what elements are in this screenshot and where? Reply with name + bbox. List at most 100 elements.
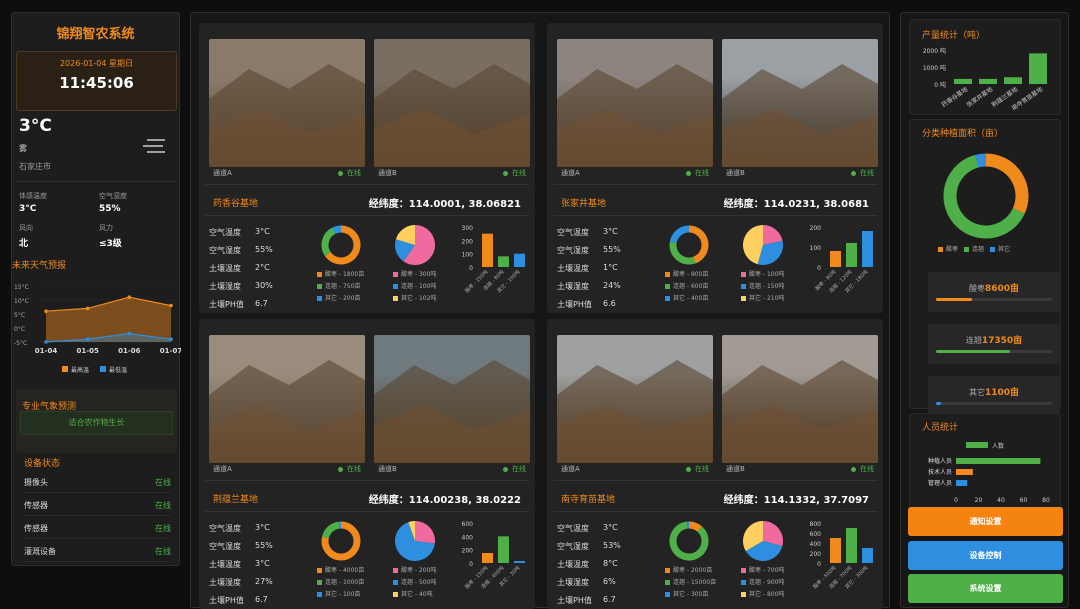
- legend-swatch: [741, 580, 746, 585]
- bar-ytick: 800: [810, 521, 822, 528]
- forecast-xtick: 01-04: [35, 347, 58, 355]
- yield-slice: [415, 521, 435, 544]
- legend-item: 其它 - 300亩: [665, 589, 745, 598]
- channel-name: 通道A: [213, 169, 232, 177]
- camera-feed-a[interactable]: [557, 335, 713, 463]
- status-dot-icon: [338, 171, 343, 176]
- channel-name: 通道B: [726, 465, 745, 473]
- forecast-low-point: [44, 340, 48, 344]
- online-status: 在线: [851, 168, 874, 178]
- device-status: 在线: [155, 546, 171, 557]
- device-row: 灌溉设备在线: [24, 542, 171, 562]
- forecast-low-point: [169, 337, 173, 341]
- sensor-value: 55%: [255, 541, 273, 550]
- sensor-label: 空气温度: [209, 524, 241, 533]
- people-legend-swatch: [966, 442, 988, 448]
- sensor-label: 土壤PH值: [557, 300, 592, 309]
- area-value: 17350亩: [982, 336, 1022, 346]
- people-chart: 人数种植人员技术人员管理人员020406080: [910, 436, 1062, 516]
- camera-feed-a[interactable]: [209, 39, 365, 167]
- bar-ytick: 600: [810, 531, 822, 538]
- camera-feed-b[interactable]: [722, 335, 878, 463]
- people-label: 管理人员: [928, 479, 952, 487]
- mountain-icon: [374, 335, 530, 463]
- online-status: 在线: [686, 464, 709, 474]
- divider: [553, 511, 877, 512]
- sensor-value: 27%: [255, 577, 273, 586]
- humidity-label: 空气湿度: [99, 191, 127, 201]
- device-row: 传感器在线: [24, 496, 171, 516]
- production-bar: [979, 79, 997, 84]
- wind-force-value: ≤3级: [99, 236, 122, 249]
- online-status: 在线: [503, 464, 526, 474]
- sensor-row: 土壤湿度30%: [209, 281, 241, 292]
- people-xtick: 20: [975, 497, 983, 504]
- yield-bar: [498, 536, 509, 563]
- legend-low-swatch: [100, 366, 106, 372]
- pro-weather-box: 专业气象预测 适合农作物生长: [16, 389, 177, 453]
- area-slice: [673, 229, 689, 242]
- sensor-label: 空气湿度: [557, 542, 589, 551]
- production-ytick: 2000 吨: [923, 47, 946, 55]
- device-control-button[interactable]: 设备控制: [908, 541, 1063, 570]
- area-summary-text: 连翘17350亩: [928, 333, 1060, 346]
- humidity-value: 55%: [99, 204, 121, 214]
- sensor-row: 土壤PH值6.6: [557, 299, 592, 310]
- legend-swatch: [665, 592, 670, 597]
- sensor-value: 6%: [603, 577, 616, 586]
- sensor-label: 土壤温度: [209, 264, 241, 273]
- bar-ytick: 0: [817, 561, 821, 568]
- sensor-value: 3°C: [255, 227, 270, 236]
- forecast-high-point: [86, 307, 90, 311]
- channel-name: 通道A: [213, 465, 232, 473]
- area-progress-track: [936, 402, 1052, 405]
- camera-feed-b[interactable]: [374, 39, 530, 167]
- legend-swatch: [741, 284, 746, 289]
- legend-swatch: [741, 296, 746, 301]
- plant-legend-item: 酸枣: [938, 246, 958, 253]
- online-status: 在线: [338, 168, 361, 178]
- forecast-low-point: [128, 332, 132, 336]
- legend-swatch: [317, 272, 322, 277]
- legend-swatch: [393, 272, 398, 277]
- camera-feed-b[interactable]: [722, 39, 878, 167]
- legend-swatch: [317, 580, 322, 585]
- area-slice: [334, 229, 341, 231]
- sensor-row: 空气温度3°C: [209, 227, 241, 238]
- legend-item: 其它 - 200亩: [317, 293, 397, 302]
- divider: [205, 511, 529, 512]
- camera-feed-a[interactable]: [209, 335, 365, 463]
- clock-box: 2026-01-04 星期日 11:45:06: [16, 51, 177, 111]
- system-settings-button[interactable]: 系统设置: [908, 574, 1063, 603]
- area-donut: [319, 519, 363, 563]
- yield-bar: [514, 254, 525, 267]
- wind-force-label: 风力: [99, 223, 113, 233]
- area-slice: [325, 525, 339, 537]
- pro-result-button[interactable]: 适合农作物生长: [20, 411, 173, 435]
- camera-feed-a[interactable]: [557, 39, 713, 167]
- device-name: 传感器: [24, 500, 48, 511]
- production-bar: [954, 79, 972, 84]
- camera-feed-b[interactable]: [374, 335, 530, 463]
- device-row: 摄像头在线: [24, 473, 171, 493]
- plant-title: 分类种植面积（亩）: [922, 126, 1003, 139]
- plant-legend-item: 连翘: [964, 246, 984, 253]
- forecast-title: 未来天气预报: [12, 258, 66, 271]
- sensor-label: 空气湿度: [209, 542, 241, 551]
- notify-settings-button[interactable]: 通知设置: [908, 507, 1063, 536]
- sensor-row: 空气温度3°C: [557, 227, 589, 238]
- bar-ytick: 200: [462, 238, 474, 245]
- status-dot-icon: [503, 467, 508, 472]
- area-summary: 连翘17350亩: [928, 324, 1060, 364]
- legend-swatch: [393, 580, 398, 585]
- forecast-high-area: [46, 297, 171, 342]
- sensor-label: 土壤PH值: [209, 300, 244, 309]
- bar-ytick: 400: [462, 534, 474, 541]
- forecast-xtick: 01-05: [76, 347, 99, 355]
- base-coordinates: 经纬度：114.0001, 38.06821: [369, 195, 521, 210]
- plant-donut: [940, 150, 1032, 242]
- area-value: 1100亩: [985, 388, 1019, 398]
- fog-icon: [143, 136, 167, 156]
- base-name: 南寺育苗基地: [561, 492, 615, 505]
- feels-value: 3°C: [19, 204, 36, 214]
